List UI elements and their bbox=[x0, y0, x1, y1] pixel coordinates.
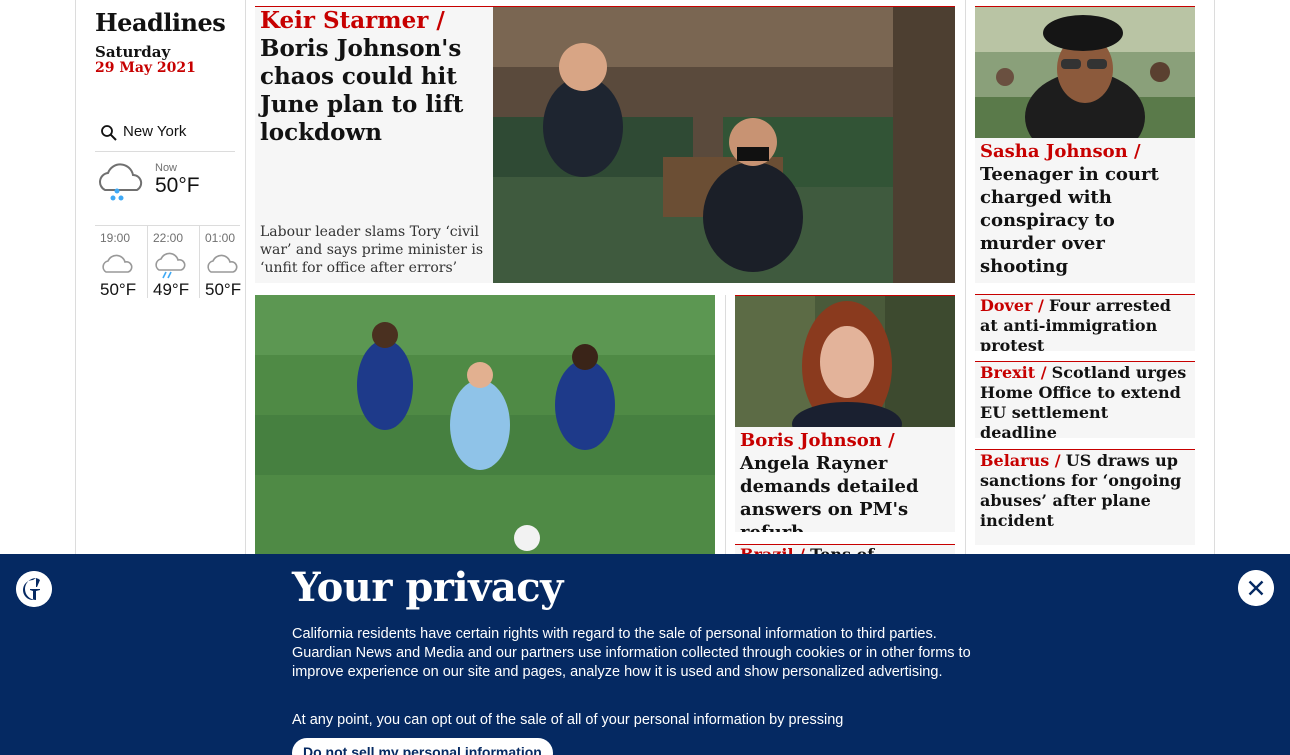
story-headline[interactable]: Sasha Johnson / Teenager in court charge… bbox=[980, 140, 1190, 278]
story-headline[interactable]: Boris Johnson / Angela Rayner demands de… bbox=[740, 429, 952, 532]
story-card[interactable]: Belarus / US draws up sanctions for ‘ong… bbox=[975, 449, 1195, 545]
story-card-football[interactable] bbox=[255, 295, 715, 560]
story-kicker: Dover / bbox=[980, 296, 1044, 315]
story-card[interactable]: Brexit / Scotland urges Home Office to e… bbox=[975, 361, 1195, 438]
story-title[interactable]: Teenager in court charged with conspirac… bbox=[980, 164, 1159, 277]
story-headline[interactable]: Brexit / Scotland urges Home Office to e… bbox=[980, 363, 1190, 438]
story-card-main[interactable]: Keir Starmer / Boris Johnson's chaos cou… bbox=[255, 6, 955, 283]
forecast-temp: 49°F bbox=[153, 280, 190, 299]
cloud-icon bbox=[207, 254, 238, 273]
rain-cloud-icon bbox=[99, 163, 143, 201]
forecast-time: 19:00 bbox=[100, 231, 131, 245]
forecast-temp: 50°F bbox=[100, 280, 137, 299]
forecast-item: 01:00 50°F bbox=[199, 226, 242, 299]
story-kicker: Sasha Johnson / bbox=[980, 141, 1141, 162]
story-photo[interactable] bbox=[255, 295, 715, 560]
story-headline[interactable]: Belarus / US draws up sanctions for ‘ong… bbox=[980, 451, 1190, 531]
story-photo[interactable] bbox=[975, 7, 1195, 138]
story-kicker: Belarus / bbox=[980, 451, 1061, 470]
story-photo[interactable] bbox=[493, 7, 955, 283]
current-date: 29 May 2021 bbox=[95, 60, 196, 76]
current-day: Saturday bbox=[95, 43, 171, 61]
rain-cloud-icon bbox=[155, 252, 186, 279]
search-icon bbox=[101, 125, 117, 141]
cloud-icon bbox=[102, 254, 133, 273]
weather-forecast: 19:00 50°F 22:00 49°F 01:00 50°F bbox=[95, 225, 242, 299]
forecast-time: 01:00 bbox=[205, 231, 236, 245]
weather-location[interactable]: New York bbox=[123, 123, 186, 140]
weather-location-search[interactable]: New York bbox=[95, 118, 235, 152]
story-title[interactable]: Angela Rayner demands detailed answers o… bbox=[740, 453, 919, 532]
section-title: Headlines bbox=[95, 8, 226, 37]
do-not-sell-button[interactable]: Do not sell my personal information bbox=[292, 738, 553, 755]
forecast-item: 22:00 49°F bbox=[147, 226, 194, 299]
forecast-item: 19:00 50°F bbox=[95, 226, 142, 299]
forecast-time: 22:00 bbox=[153, 231, 184, 245]
story-card[interactable]: Sasha Johnson / Teenager in court charge… bbox=[975, 6, 1195, 283]
story-kicker: Brexit / bbox=[980, 363, 1047, 382]
story-kicker: Keir Starmer / bbox=[260, 7, 445, 34]
story-card[interactable]: Dover / Four arrested at anti-immigratio… bbox=[975, 294, 1195, 351]
story-headline[interactable]: Dover / Four arrested at anti-immigratio… bbox=[980, 296, 1190, 351]
story-standfirst: Labour leader slams Tory ‘civil war’ and… bbox=[260, 224, 484, 276]
close-icon[interactable] bbox=[1238, 570, 1274, 606]
weather-now-temp: 50°F bbox=[155, 174, 200, 197]
privacy-body-optout: At any point, you can opt out of the sal… bbox=[292, 712, 844, 728]
weather-now-label: Now bbox=[155, 162, 178, 174]
forecast-temp: 50°F bbox=[205, 280, 242, 299]
guardian-logo-icon bbox=[16, 571, 52, 607]
story-card[interactable]: Boris Johnson / Angela Rayner demands de… bbox=[735, 295, 955, 532]
privacy-title: Your privacy bbox=[292, 564, 563, 611]
story-kicker: Boris Johnson / bbox=[740, 430, 895, 451]
privacy-body: California residents have certain rights… bbox=[292, 626, 971, 680]
story-photo[interactable] bbox=[735, 296, 955, 427]
privacy-banner: Your privacy California residents have c… bbox=[0, 554, 1290, 755]
story-headline[interactable]: Keir Starmer / Boris Johnson's chaos cou… bbox=[260, 7, 488, 147]
story-title[interactable]: Boris Johnson's chaos could hit June pla… bbox=[260, 35, 463, 146]
